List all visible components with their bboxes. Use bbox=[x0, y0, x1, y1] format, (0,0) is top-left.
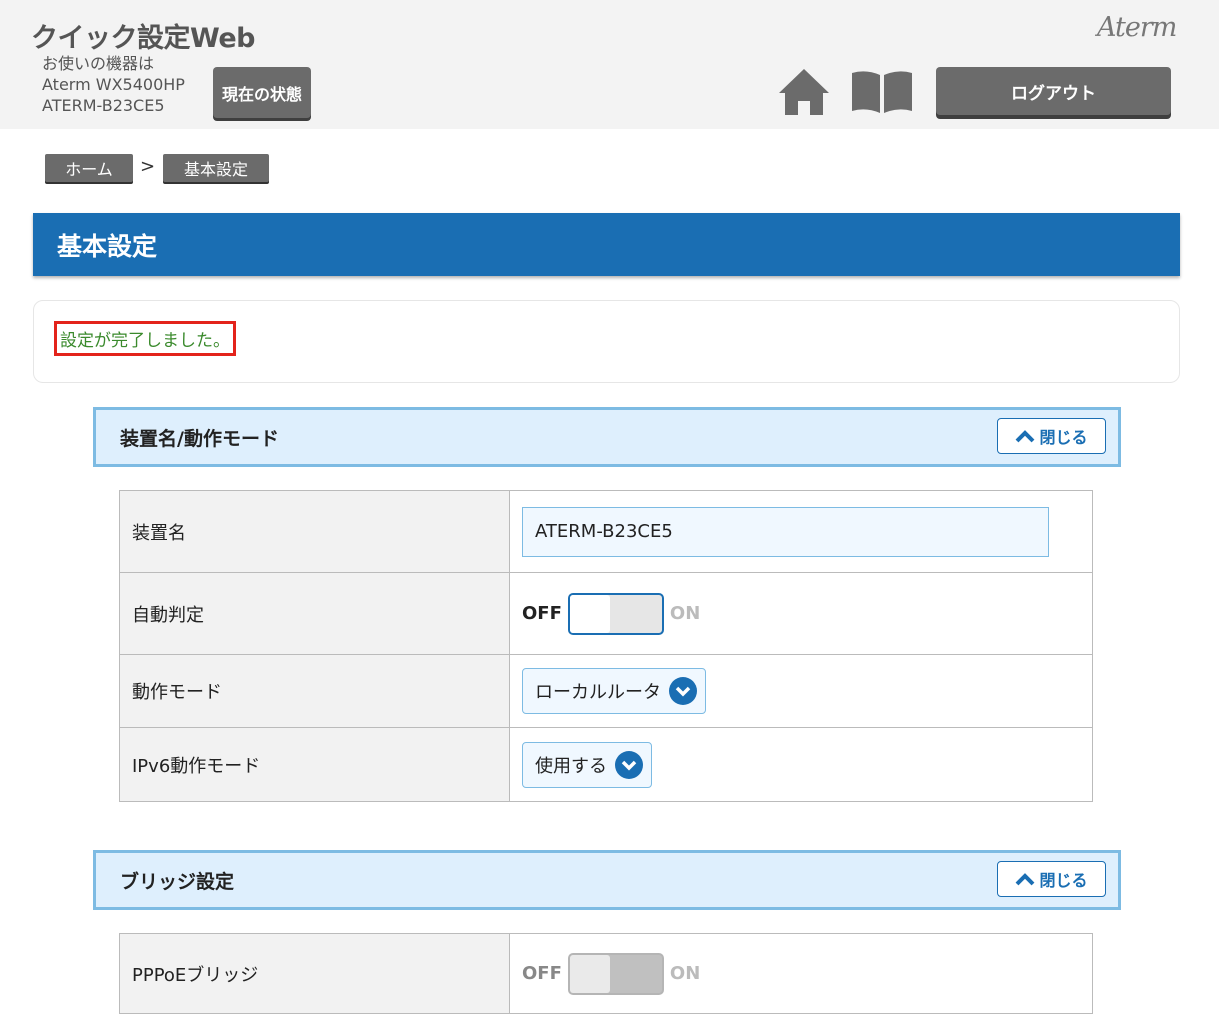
row-value: ローカルルータ bbox=[509, 654, 1093, 728]
chevron-up-icon bbox=[1016, 430, 1035, 443]
pppoe-bridge-toggle[interactable] bbox=[567, 952, 664, 995]
app-title: クイック設定Web bbox=[31, 23, 255, 54]
auto-detect-toggle[interactable] bbox=[567, 592, 664, 635]
success-message: 設定が完了しました。 bbox=[54, 321, 236, 356]
toggle-on-label: ON bbox=[669, 963, 701, 984]
row-value: OFF ON bbox=[509, 933, 1093, 1014]
toggle-off-label: OFF bbox=[522, 963, 562, 984]
close-label: 閉じる bbox=[1039, 871, 1088, 890]
select-value: 使用する bbox=[535, 755, 607, 777]
table-row: PPPoEブリッジ OFF ON bbox=[119, 933, 1093, 1014]
close-button[interactable]: 閉じる bbox=[997, 861, 1106, 897]
page-title-bar: 基本設定 bbox=[33, 213, 1180, 276]
row-value: OFF ON bbox=[509, 572, 1093, 655]
device-info: お使いの機器は Aterm WX5400HP ATERM-B23CE5 bbox=[42, 53, 185, 116]
page-title: 基本設定 bbox=[57, 232, 158, 261]
row-label: 自動判定 bbox=[119, 572, 510, 655]
breadcrumb-current[interactable]: 基本設定 bbox=[163, 154, 269, 182]
auto-detect-toggle-group: OFF ON bbox=[522, 592, 1092, 635]
row-label: 動作モード bbox=[119, 654, 510, 728]
row-value bbox=[509, 490, 1093, 573]
toggle-off-label: OFF bbox=[522, 603, 562, 624]
toggle-on-label: ON bbox=[669, 603, 701, 624]
table-row: 自動判定 OFF ON bbox=[119, 572, 1093, 655]
row-label: PPPoEブリッジ bbox=[119, 933, 510, 1014]
operation-mode-select[interactable]: ローカルルータ bbox=[522, 668, 706, 714]
message-box: 設定が完了しました。 bbox=[33, 300, 1180, 383]
device-label: お使いの機器は bbox=[42, 54, 155, 73]
close-label: 閉じる bbox=[1039, 428, 1088, 447]
table-row: IPv6動作モード 使用する bbox=[119, 727, 1093, 802]
device-model: Aterm WX5400HP bbox=[42, 75, 185, 94]
select-value: ローカルルータ bbox=[535, 682, 661, 703]
toggle-knob bbox=[569, 594, 610, 633]
status-button[interactable]: 現在の状態 bbox=[213, 67, 311, 118]
section-header-bridge: ブリッジ設定 閉じる bbox=[93, 850, 1121, 910]
breadcrumb-separator: > bbox=[140, 156, 156, 177]
device-id: ATERM-B23CE5 bbox=[42, 96, 165, 115]
table-row: 装置名 bbox=[119, 490, 1093, 573]
row-value: 使用する bbox=[509, 727, 1093, 802]
breadcrumb-home[interactable]: ホーム bbox=[45, 154, 133, 182]
chevron-down-icon bbox=[669, 677, 697, 705]
header: クイック設定Web お使いの機器は Aterm WX5400HP ATERM-B… bbox=[0, 0, 1219, 129]
section-title: 装置名/動作モード bbox=[120, 428, 279, 450]
row-label: IPv6動作モード bbox=[119, 727, 510, 802]
pppoe-bridge-toggle-group: OFF ON bbox=[522, 952, 1092, 995]
device-name-input[interactable] bbox=[522, 506, 1049, 557]
bridge-settings-table: PPPoEブリッジ OFF ON bbox=[119, 933, 1093, 1014]
chevron-down-icon bbox=[615, 750, 643, 779]
ipv6-mode-select[interactable]: 使用する bbox=[522, 741, 652, 788]
device-settings-table: 装置名 自動判定 OFF ON 動作モード ローカルルータ IPv6動作モード bbox=[119, 490, 1093, 802]
home-icon[interactable] bbox=[777, 67, 831, 117]
aterm-logo: Aterm bbox=[1097, 12, 1177, 43]
logout-button[interactable]: ログアウト bbox=[936, 67, 1171, 115]
manual-icon[interactable] bbox=[850, 67, 914, 117]
table-row: 動作モード ローカルルータ bbox=[119, 654, 1093, 728]
section-title: ブリッジ設定 bbox=[120, 871, 235, 893]
row-label: 装置名 bbox=[119, 490, 510, 573]
toggle-knob bbox=[569, 954, 610, 993]
chevron-up-icon bbox=[1016, 873, 1035, 886]
close-button[interactable]: 閉じる bbox=[997, 418, 1106, 454]
section-header-device: 装置名/動作モード 閉じる bbox=[93, 407, 1121, 467]
